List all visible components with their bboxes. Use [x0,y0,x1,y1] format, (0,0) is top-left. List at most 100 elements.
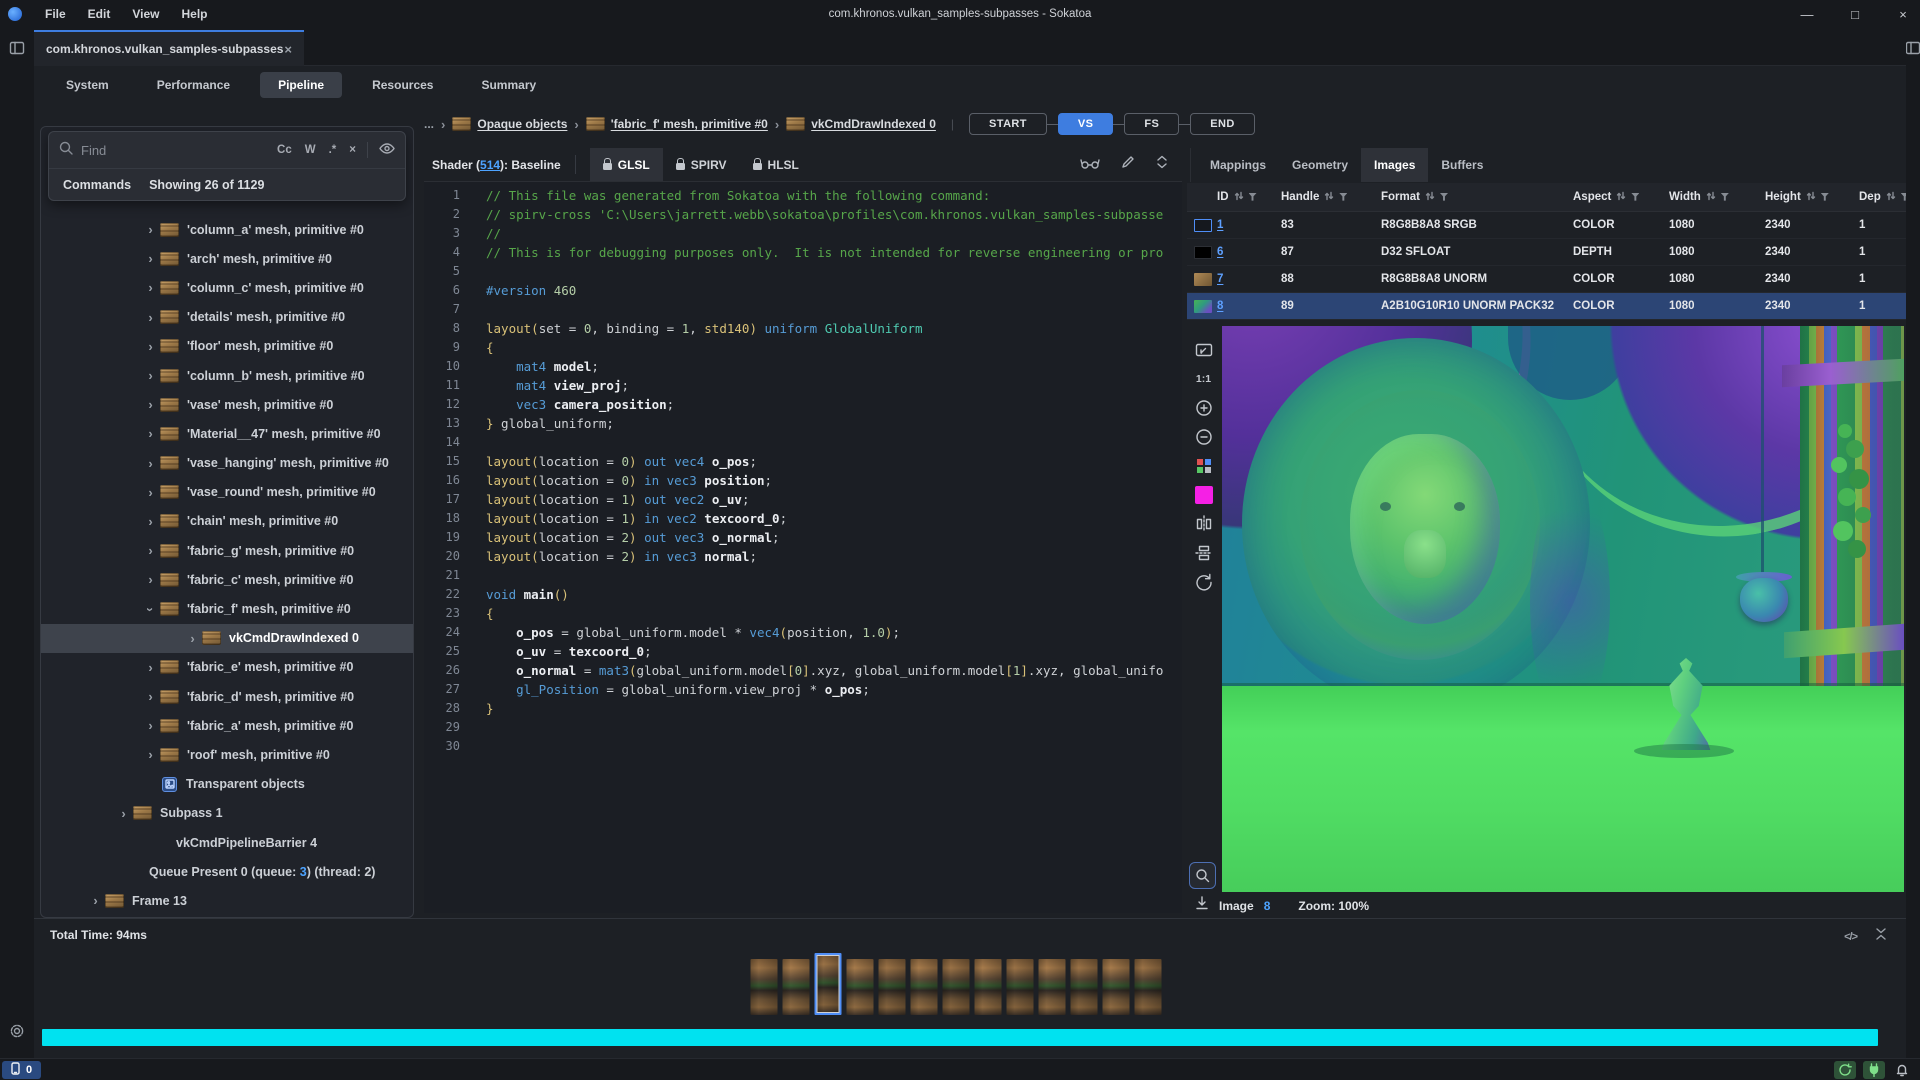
tree-item[interactable]: Queue Present 0 (queue: 3) (thread: 2) [41,857,413,886]
table-row[interactable]: 183R8G8B8A8 SRGBCOLOR108023401 [1187,212,1906,239]
image-id-link[interactable]: 8 [1217,300,1281,312]
tree-item[interactable]: ›'vase_hanging' mesh, primitive #0 [41,449,413,478]
frame-thumbnail[interactable] [943,959,970,1015]
tree-item[interactable]: ›Subpass 1 [41,799,413,828]
tree-item[interactable]: ›'Material__47' mesh, primitive #0 [41,419,413,448]
frame-thumbnail[interactable] [1039,959,1066,1015]
collapse-panel-icon[interactable] [1874,927,1888,946]
glasses-icon[interactable] [1080,156,1100,174]
chevron-right-icon[interactable]: › [143,251,158,266]
shader-tab-spirv[interactable]: SPIRV [663,148,740,181]
frame-thumbnail[interactable] [1135,959,1162,1015]
tree-item[interactable]: ›'fabric_d' mesh, primitive #0 [41,682,413,711]
tree-item[interactable]: ›'fabric_g' mesh, primitive #0 [41,536,413,565]
tree-item[interactable]: vkCmdPipelineBarrier 4 [41,828,413,857]
chevron-right-icon[interactable]: › [143,280,158,295]
stage-button-end[interactable]: END [1190,113,1254,135]
frame-thumbnail[interactable] [751,959,778,1015]
table-row[interactable]: 687D32 SFLOATDEPTH108023401 [1187,239,1906,266]
shader-id-link[interactable]: 514 [480,158,500,172]
column-header-aspect[interactable]: Aspect [1573,191,1669,204]
rotate-icon[interactable] [1193,572,1215,591]
image-number-link[interactable]: 8 [1264,899,1271,913]
tree-item[interactable]: ›vkCmdDrawIndexed 0 [41,624,413,653]
column-header-handle[interactable]: Handle [1281,191,1381,204]
chevron-right-icon[interactable]: › [143,397,158,412]
left-panel-toggle-icon[interactable] [9,40,25,61]
frame-thumbnail[interactable] [879,959,906,1015]
chevron-right-icon[interactable]: › [143,660,158,675]
tree-item[interactable]: Transparent objects [41,770,413,799]
inspector-tab-images[interactable]: Images [1361,148,1428,182]
code-view-icon[interactable]: </> [1844,931,1857,943]
search-option[interactable]: × [349,144,356,156]
frame-thumbnail[interactable] [815,953,842,1015]
sort-icon[interactable] [1616,191,1626,204]
tree-item[interactable]: ›Frame 13 [41,886,413,915]
sort-icon[interactable] [1234,191,1244,204]
filter-funnel-icon[interactable] [1721,193,1729,201]
stage-button-vs[interactable]: VS [1058,113,1113,135]
tree-item[interactable]: ›'details' mesh, primitive #0 [41,303,413,332]
close-button[interactable]: × [1894,7,1912,22]
chevron-right-icon[interactable]: › [143,747,158,762]
chevron-right-icon[interactable]: › [116,806,131,821]
sort-icon[interactable] [1706,191,1716,204]
inspector-tab-buffers[interactable]: Buffers [1428,148,1496,182]
zoom-in-icon[interactable] [1193,398,1215,417]
image-id-link[interactable]: 7 [1217,273,1281,285]
chevron-right-icon[interactable]: › [143,456,158,471]
chevron-right-icon[interactable]: › [143,368,158,383]
frame-thumbnail[interactable] [783,959,810,1015]
one-to-one[interactable]: 1:1 [1193,369,1215,388]
sort-icon[interactable] [1886,191,1896,204]
frame-thumbnail[interactable] [1007,959,1034,1015]
tree-item[interactable]: ›'column_b' mesh, primitive #0 [41,361,413,390]
tree-item[interactable]: ›'floor' mesh, primitive #0 [41,332,413,361]
chevron-right-icon[interactable]: › [143,718,158,733]
chevron-right-icon[interactable]: › [143,543,158,558]
zoom-out-icon[interactable] [1193,427,1215,446]
filter-funnel-icon[interactable] [1901,193,1906,201]
tree-item[interactable]: ›'column_a' mesh, primitive #0 [41,215,413,244]
power-status-icon[interactable] [1863,1061,1885,1079]
tab-pipeline[interactable]: Pipeline [260,72,342,98]
stage-button-start[interactable]: START [969,113,1047,135]
column-header-format[interactable]: Format [1381,191,1573,204]
filter-funnel-icon[interactable] [1249,193,1257,201]
chevron-down-icon[interactable]: › [143,602,158,617]
stage-button-fs[interactable]: FS [1124,113,1179,135]
sort-icon[interactable] [1324,191,1334,204]
column-header-id[interactable]: ID [1217,191,1281,204]
breadcrumb-item[interactable]: Opaque objects [452,117,567,131]
document-tab[interactable]: com.khronos.vulkan_samples-subpasses × [34,30,304,66]
minimize-button[interactable]: — [1798,7,1816,22]
menu-edit[interactable]: Edit [79,4,120,24]
tree-item[interactable]: ›'arch' mesh, primitive #0 [41,244,413,273]
chevron-right-icon[interactable]: › [143,689,158,704]
chevron-right-icon[interactable]: › [143,310,158,325]
tree-item[interactable]: ›'roof' mesh, primitive #0 [41,740,413,769]
background-swatch[interactable] [1193,485,1215,504]
chevron-right-icon[interactable]: › [88,893,103,908]
column-header-width[interactable]: Width [1669,191,1765,204]
image-id-link[interactable]: 6 [1217,246,1281,258]
sync-status-icon[interactable] [1834,1061,1856,1079]
tree-item[interactable]: ›'chain' mesh, primitive #0 [41,507,413,536]
search-option[interactable]: W [305,144,316,156]
tab-summary[interactable]: Summary [463,72,554,98]
menu-view[interactable]: View [123,4,168,24]
settings-gear-icon[interactable] [9,1023,25,1044]
filter-funnel-icon[interactable] [1339,193,1347,201]
timeline-progress-bar[interactable] [42,1029,1878,1046]
queue-link[interactable]: 3 [300,865,307,879]
chevron-right-icon[interactable]: › [143,514,158,529]
tab-system[interactable]: System [48,72,127,98]
sort-icon[interactable] [1806,191,1816,204]
chevron-right-icon[interactable]: › [143,485,158,500]
tree-item[interactable]: ›'fabric_c' mesh, primitive #0 [41,565,413,594]
menu-file[interactable]: File [36,4,75,24]
maximize-button[interactable]: □ [1846,7,1864,22]
tree-item[interactable]: ›'fabric_a' mesh, primitive #0 [41,711,413,740]
frame-thumbnail[interactable] [1103,959,1130,1015]
